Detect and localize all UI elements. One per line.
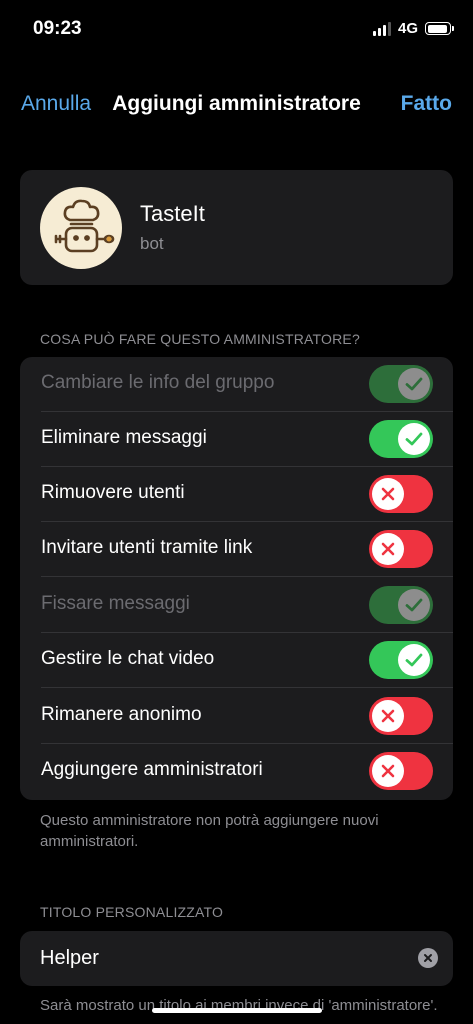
permission-label: Eliminare messaggi xyxy=(41,427,207,448)
chef-bot-icon xyxy=(54,199,115,253)
bot-profile-card: TasteIt bot xyxy=(20,170,453,285)
bot-name: TasteIt xyxy=(140,201,205,226)
close-icon xyxy=(381,764,395,778)
permission-label: Aggiungere amministratori xyxy=(41,759,263,780)
toggle-ban-users[interactable] xyxy=(369,475,433,513)
battery-icon xyxy=(425,22,454,35)
toggle-invite-link[interactable] xyxy=(369,530,433,568)
custom-title-field xyxy=(20,931,453,986)
permission-row-add-admins: Aggiungere amministratori xyxy=(20,744,453,799)
permission-label: Rimuovere utenti xyxy=(41,482,185,503)
toggle-delete-messages[interactable] xyxy=(369,420,433,458)
permission-row-remain-anonymous: Rimanere anonimo xyxy=(20,689,453,744)
toggle-remain-anonymous[interactable] xyxy=(369,697,433,735)
permission-row-ban-users: Rimuovere utenti xyxy=(20,467,453,522)
permission-row-pin-messages: Fissare messaggi xyxy=(20,578,453,633)
permission-label: Cambiare le info del gruppo xyxy=(41,372,275,393)
check-icon xyxy=(405,653,423,667)
permission-row-change-info: Cambiare le info del gruppo xyxy=(20,357,453,412)
signal-icon xyxy=(372,21,391,36)
custom-title-header: TITOLO PERSONALIZZATO xyxy=(40,904,224,920)
permission-label: Invitare utenti tramite link xyxy=(41,537,253,558)
status-icons: 4G xyxy=(372,20,454,37)
permission-row-invite-link: Invitare utenti tramite link xyxy=(20,522,453,577)
permission-row-delete-messages: Eliminare messaggi xyxy=(20,412,453,467)
check-icon xyxy=(405,377,423,391)
toggle-change-info xyxy=(369,365,433,403)
permission-label: Rimanere anonimo xyxy=(41,704,202,725)
home-indicator[interactable] xyxy=(152,1008,322,1013)
bot-subtitle: bot xyxy=(140,234,164,253)
toggle-manage-video-chats[interactable] xyxy=(369,641,433,679)
close-icon xyxy=(381,542,395,556)
clear-input-button[interactable] xyxy=(418,948,438,968)
network-type: 4G xyxy=(397,20,418,37)
permission-row-manage-video-chats: Gestire le chat video xyxy=(20,633,453,688)
permissions-header: COSA PUÒ FARE QUESTO AMMINISTRATORE? xyxy=(40,331,360,347)
custom-title-input[interactable] xyxy=(40,931,400,986)
permissions-footer-note: Questo amministratore non potrà aggiunge… xyxy=(40,812,379,850)
permissions-list: Cambiare le info del gruppo Eliminare me… xyxy=(20,357,453,800)
toggle-add-admins[interactable] xyxy=(369,752,433,790)
close-icon xyxy=(381,487,395,501)
clear-icon xyxy=(424,954,432,962)
close-icon xyxy=(381,709,395,723)
done-button[interactable]: Fatto xyxy=(401,92,452,116)
toggle-pin-messages xyxy=(369,586,433,624)
check-icon xyxy=(405,598,423,612)
permission-label: Gestire le chat video xyxy=(41,648,215,669)
status-time: 09:23 xyxy=(33,18,82,39)
avatar xyxy=(40,187,122,269)
permission-label: Fissare messaggi xyxy=(41,593,190,614)
check-icon xyxy=(405,432,423,446)
